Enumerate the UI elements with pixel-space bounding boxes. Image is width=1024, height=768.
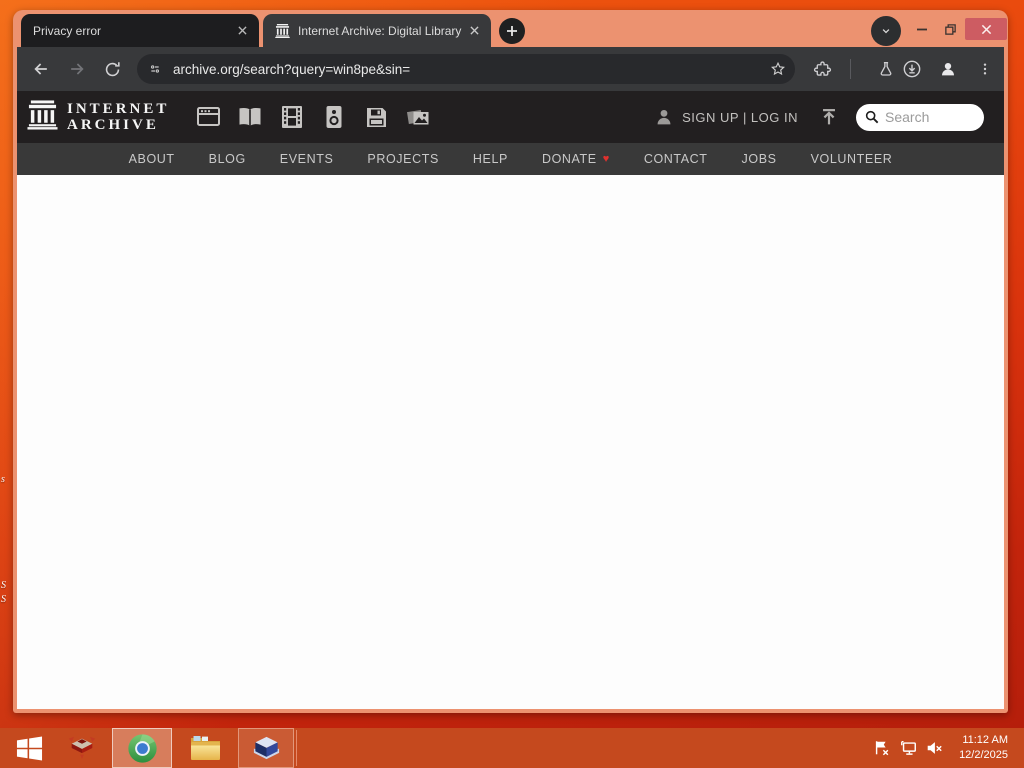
chevron-down-icon — [882, 29, 890, 34]
person-icon[interactable] — [653, 106, 675, 128]
browser-toolbar — [17, 47, 1004, 91]
network-status-icon[interactable] — [898, 739, 918, 757]
volume-muted-icon[interactable] — [924, 739, 944, 757]
page-content-blank — [17, 175, 1004, 709]
texts-icon[interactable] — [237, 104, 263, 130]
tab-privacy-error[interactable]: Privacy error — [21, 14, 259, 47]
taskbar-red-box-app-icon[interactable] — [62, 728, 102, 768]
address-bar[interactable] — [137, 54, 795, 84]
action-center-flag-icon[interactable] — [872, 739, 892, 757]
search-input[interactable] — [885, 109, 976, 125]
nav-item-volunteer[interactable]: VOLUNTEER — [811, 152, 893, 166]
taskbar-chrome-button[interactable] — [112, 728, 172, 768]
extensions-icon[interactable] — [808, 55, 836, 83]
nav-item-jobs[interactable]: JOBS — [742, 152, 777, 166]
site-info-icon[interactable] — [147, 61, 163, 77]
internet-archive-logo-icon[interactable] — [27, 99, 58, 136]
desktop-icon-label-fragment: S — [1, 594, 6, 605]
back-button[interactable] — [27, 55, 55, 83]
minimize-button[interactable] — [909, 18, 935, 40]
taskbar-file-explorer-button[interactable] — [184, 728, 226, 768]
virtualbox-icon — [253, 736, 279, 759]
software-icon[interactable] — [363, 104, 389, 130]
nav-item-projects[interactable]: PROJECTS — [367, 152, 438, 166]
bookmark-star-icon[interactable] — [769, 60, 787, 78]
url-input[interactable] — [173, 61, 769, 77]
search-icon — [864, 109, 880, 125]
taskbar: 11:12 AM 12/2/2025 — [0, 728, 1024, 768]
tab-internet-archive[interactable]: Internet Archive: Digital Library — [263, 14, 491, 47]
tab-title: Privacy error — [33, 23, 102, 38]
signup-login-link[interactable]: SIGN UP | LOG IN — [682, 110, 798, 125]
tab-close-icon[interactable] — [465, 22, 483, 40]
nav-item-contact[interactable]: CONTACT — [644, 152, 708, 166]
nav-item-donate[interactable]: DONATE ♥ — [542, 152, 610, 166]
desktop-icon-label-fragment: s — [1, 474, 5, 485]
internet-archive-header: INTERNET ARCHIVE SIGN UP | LOG IN Search — [17, 91, 1004, 143]
media-type-icons — [195, 104, 431, 130]
video-icon[interactable] — [279, 104, 305, 130]
start-button[interactable] — [8, 728, 50, 768]
web-icon[interactable] — [195, 104, 221, 130]
audio-icon[interactable] — [321, 104, 347, 130]
web-page: INTERNET ARCHIVE SIGN UP | LOG IN Search… — [17, 91, 1004, 709]
internet-archive-wordmark[interactable]: INTERNET ARCHIVE — [67, 101, 169, 133]
nav-item-blog[interactable]: BLOG — [209, 152, 246, 166]
clock-date: 12/2/2025 — [959, 749, 1008, 761]
tab-search-button[interactable] — [871, 16, 901, 46]
internet-archive-nav: ABOUT BLOG EVENTS PROJECTS HELP DONATE ♥ … — [17, 143, 1004, 175]
windows-logo-icon — [16, 736, 42, 760]
profile-avatar-icon[interactable] — [934, 55, 962, 83]
close-button[interactable] — [965, 18, 1007, 40]
toolbar-divider — [850, 59, 851, 79]
experiments-flask-icon[interactable] — [872, 55, 900, 83]
taskbar-separator — [296, 730, 297, 766]
browser-window: Privacy error Internet Archive: Digital … — [13, 10, 1008, 713]
taskbar-virtualbox-button[interactable] — [238, 728, 294, 768]
desktop-icon-label-fragment: S — [1, 580, 6, 591]
header-right-cluster: SIGN UP | LOG IN — [653, 103, 984, 131]
nav-item-events[interactable]: EVENTS — [280, 152, 334, 166]
new-tab-button[interactable] — [499, 18, 525, 44]
tab-strip: Privacy error Internet Archive: Digital … — [13, 10, 1008, 47]
nav-item-about[interactable]: ABOUT — [129, 152, 175, 166]
clock-time: 11:12 AM — [962, 734, 1008, 746]
images-icon[interactable] — [405, 104, 431, 130]
forward-button[interactable] — [63, 55, 91, 83]
desktop-wallpaper: s S S Privacy error Internet Archive: Di… — [0, 0, 1024, 768]
reload-button[interactable] — [98, 55, 126, 83]
heart-icon: ♥ — [602, 153, 610, 165]
taskbar-clock[interactable]: 11:12 AM 12/2/2025 — [959, 733, 1008, 763]
restore-button[interactable] — [937, 18, 963, 40]
tab-close-icon[interactable] — [233, 22, 251, 40]
folder-icon — [190, 736, 220, 760]
tab-title: Internet Archive: Digital Library — [298, 23, 462, 38]
downloads-icon[interactable] — [898, 55, 926, 83]
chrome-icon — [127, 733, 157, 763]
internet-archive-favicon-icon — [275, 23, 290, 38]
upload-icon[interactable] — [818, 106, 840, 128]
site-search-box[interactable] — [856, 103, 984, 131]
nav-item-help[interactable]: HELP — [473, 152, 508, 166]
menu-dots-icon[interactable] — [971, 55, 999, 83]
